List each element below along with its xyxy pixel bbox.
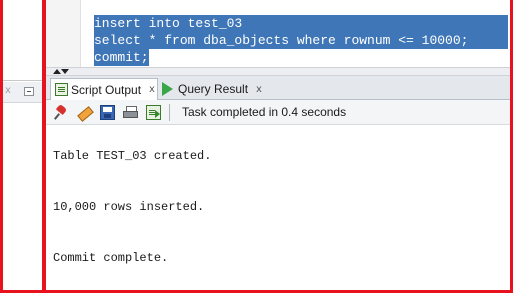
highlight-divider [42, 0, 46, 293]
eraser-icon[interactable] [77, 105, 92, 120]
output-line: Commit complete. [53, 251, 169, 265]
run-query-icon [162, 82, 173, 96]
code-line[interactable]: insert into test_03 [94, 15, 508, 32]
tab-script-output[interactable]: Script Output x [50, 78, 158, 100]
pane-splitter[interactable] [46, 67, 510, 76]
output-line: Table TEST_03 created. [53, 149, 212, 163]
output-line: 10,000 rows inserted. [53, 200, 205, 214]
left-panel-top [0, 0, 42, 70]
code-line[interactable]: select * from dba_objects where rownum <… [94, 32, 508, 49]
script-output-panel[interactable]: Table TEST_03 created. 10,000 rows inser… [46, 125, 510, 293]
save-icon[interactable] [100, 105, 115, 120]
output-tabbar: Script Output x Query Result x [46, 76, 510, 100]
left-panel: x [0, 0, 42, 293]
editor-gutter [46, 0, 81, 67]
sql-editor[interactable]: insert into test_03 select * from dba_ob… [46, 0, 510, 67]
code-line[interactable]: commit; [94, 49, 149, 66]
print-icon[interactable] [123, 105, 138, 120]
toolbar-separator [169, 104, 170, 121]
collapse-up-icon[interactable] [53, 69, 61, 74]
output-toolbar: Task completed in 0.4 seconds [46, 100, 510, 125]
pin-icon[interactable] [54, 105, 69, 120]
script-output-icon [55, 83, 68, 96]
tab-query-result[interactable]: Query Result x [158, 78, 268, 100]
minimize-icon[interactable] [24, 87, 34, 96]
collapse-down-icon[interactable] [61, 69, 69, 74]
export-icon[interactable] [146, 105, 161, 120]
close-icon[interactable]: x [256, 84, 262, 95]
tab-label: Script Output [71, 82, 142, 97]
close-icon[interactable]: x [149, 84, 155, 95]
left-panel-header: x [0, 82, 42, 103]
close-icon[interactable]: x [5, 85, 11, 96]
task-status: Task completed in 0.4 seconds [182, 105, 347, 119]
tab-label: Query Result [178, 82, 249, 96]
left-panel-divider [0, 80, 42, 81]
